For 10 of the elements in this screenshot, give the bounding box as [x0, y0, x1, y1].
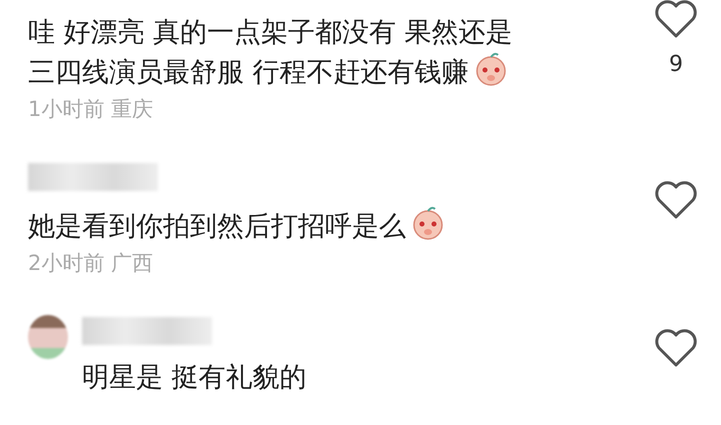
heart-icon[interactable] — [654, 329, 698, 369]
comment-text: 明星是 挺有礼貌的 — [82, 361, 308, 395]
heart-icon[interactable] — [654, 181, 698, 221]
comment-meta: 2小时前 广西 — [28, 250, 154, 277]
comment-text: 三四线演员最舒服 行程不赶还有钱赚 — [28, 51, 637, 91]
comment-text: 她是看到你拍到然后打招呼是么 — [28, 205, 637, 245]
like-count: 9 — [669, 52, 683, 77]
comment-text: 哇 好漂亮 真的一点架子都没有 果然还是 — [28, 16, 514, 50]
comment-meta: 1小时前 重庆 — [28, 96, 154, 123]
heart-icon[interactable] — [654, 0, 698, 40]
